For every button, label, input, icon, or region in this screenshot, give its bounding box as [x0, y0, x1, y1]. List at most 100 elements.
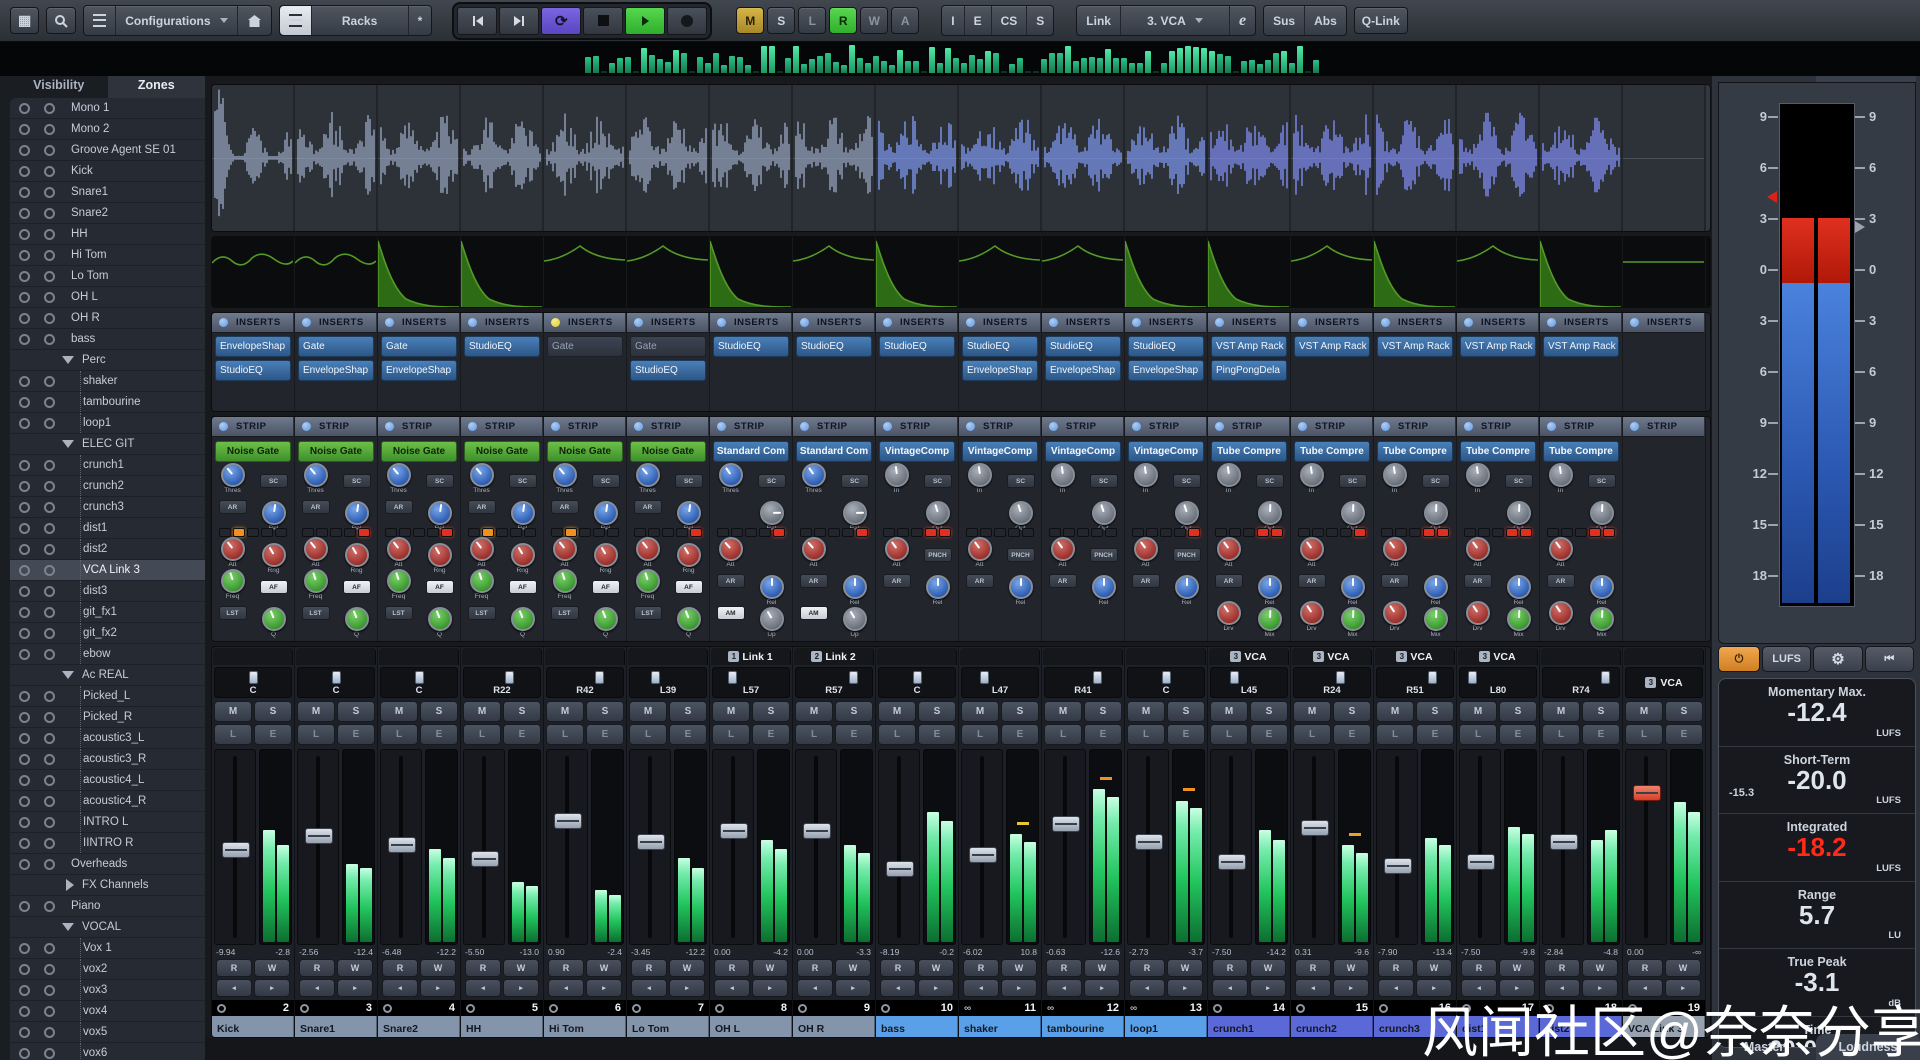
strip-knob-rng[interactable]	[262, 543, 286, 567]
strip-knob-rng[interactable]	[511, 543, 535, 567]
pan-handle[interactable]	[728, 671, 737, 684]
strip-knob-rel[interactable]	[1590, 575, 1614, 599]
strip-button-lst[interactable]: LST	[551, 606, 579, 620]
visibility-dot-icon[interactable]	[19, 124, 30, 135]
envelope-cell-13[interactable]	[1125, 237, 1208, 307]
group-expanded-icon[interactable]	[62, 356, 74, 364]
prev-button[interactable]: ◂	[1046, 979, 1082, 997]
waveform-cell-vca-link-3[interactable]	[1623, 85, 1706, 231]
insert-slot-1[interactable]: StudioEQ	[464, 336, 540, 357]
listen-button[interactable]: L	[1210, 724, 1248, 745]
strip-button-sc[interactable]: SC	[1505, 474, 1533, 488]
visibility-dot2-icon[interactable]	[44, 481, 55, 492]
strip-knob-freq[interactable]	[553, 569, 577, 593]
write-automation-button[interactable]: W	[1582, 959, 1618, 977]
sidebar-item-acoustic3-r[interactable]: acoustic3_R	[10, 749, 205, 770]
visibility-dot-icon[interactable]	[19, 166, 30, 177]
next-button[interactable]: ▸	[1084, 979, 1120, 997]
solo-button[interactable]: S	[752, 701, 790, 722]
waveform-cell-lo-tom[interactable]	[627, 85, 710, 231]
visibility-dot-icon[interactable]	[19, 565, 30, 576]
strip-module-button[interactable]: Tube Compre	[1294, 441, 1370, 462]
view-toggle-w[interactable]: W	[860, 7, 888, 34]
strip-knob-out[interactable]	[1092, 501, 1116, 525]
edit-button[interactable]: E	[1167, 724, 1205, 745]
channel-state-icon[interactable]	[549, 1004, 558, 1013]
edit-button[interactable]: E	[1582, 724, 1620, 745]
strip-knob-up[interactable]	[760, 607, 784, 631]
inserts-header[interactable]: INSERTS	[212, 313, 294, 333]
strip-knob-att[interactable]	[968, 537, 992, 561]
visibility-dot2-icon[interactable]	[44, 166, 55, 177]
channel-name[interactable]: Kick	[212, 1016, 294, 1038]
sidebar-item-tambourine[interactable]: tambourine	[10, 392, 205, 413]
strip-knob-att[interactable]	[719, 537, 743, 561]
strip-module-button[interactable]: Standard Com	[713, 441, 789, 462]
strip-button-ar[interactable]: AR	[1547, 574, 1575, 588]
prev-button[interactable]: ◂	[299, 979, 335, 997]
visibility-dot2-icon[interactable]	[44, 607, 55, 618]
strip-knob-mix[interactable]	[1507, 607, 1531, 631]
strip-button-sc[interactable]: SC	[1007, 474, 1035, 488]
visibility-dot-icon[interactable]	[19, 691, 30, 702]
insert-slot-1[interactable]: StudioEQ	[1045, 336, 1121, 357]
strip-button-ar[interactable]: AR	[883, 574, 911, 588]
strip-knob-att[interactable]	[1383, 537, 1407, 561]
next-button[interactable]: ▸	[420, 979, 456, 997]
pan-handle[interactable]	[332, 671, 341, 684]
sidebar-item-git-fx1[interactable]: git_fx1	[10, 602, 205, 623]
inserts-header[interactable]: INSERTS	[544, 313, 626, 333]
strip-knob-q[interactable]	[594, 607, 618, 631]
strip-button-sc[interactable]: SC	[1422, 474, 1450, 488]
strip-knob-rat[interactable]	[760, 501, 784, 525]
fader-handle[interactable]	[388, 837, 416, 853]
strip-header[interactable]: STRIP	[1540, 417, 1622, 437]
strip-button-ar[interactable]: AR	[966, 574, 994, 588]
visibility-dot2-icon[interactable]	[44, 502, 55, 513]
sidebar-item-mono-2[interactable]: Mono 2	[10, 119, 205, 140]
strip-knob-att[interactable]	[1217, 537, 1241, 561]
window-layout-button[interactable]: ▦	[10, 7, 39, 34]
read-automation-button[interactable]: R	[631, 959, 667, 977]
next-button[interactable]: ▸	[1167, 979, 1203, 997]
prev-button[interactable]: ◂	[963, 979, 999, 997]
visibility-dot2-icon[interactable]	[44, 187, 55, 198]
visibility-dot-icon[interactable]	[19, 712, 30, 723]
write-automation-button[interactable]: W	[918, 959, 954, 977]
strip-button-ar[interactable]: AR	[1381, 574, 1409, 588]
cycle-button[interactable]: ⟳	[541, 7, 581, 35]
solo-button[interactable]: S	[669, 701, 707, 722]
view-toggle-a[interactable]: A	[891, 7, 919, 34]
insert-slot-2[interactable]: EnvelopeShap	[381, 360, 457, 381]
fader-track[interactable]	[1127, 749, 1169, 945]
strip-module-button[interactable]: VintageComp	[1128, 441, 1204, 462]
channel-state-icon[interactable]	[715, 1004, 724, 1013]
inserts-header[interactable]: INSERTS	[1540, 313, 1622, 333]
fader-track[interactable]	[878, 749, 920, 945]
visibility-dot-icon[interactable]	[19, 817, 30, 828]
strip-knob-rng[interactable]	[345, 543, 369, 567]
strip-knob-rel[interactable]	[594, 501, 618, 525]
insert-slot-2[interactable]: StudioEQ	[630, 360, 706, 381]
strip-button-sc[interactable]: SC	[841, 474, 869, 488]
prev-button[interactable]: ◂	[382, 979, 418, 997]
pan-control[interactable]: C	[380, 667, 458, 698]
strip-button-af[interactable]: AF	[343, 580, 371, 594]
channel-name[interactable]: crunch1	[1208, 1016, 1290, 1038]
sidebar-item-mono-1[interactable]: Mono 1	[10, 98, 205, 119]
waveform-cell-oh-r[interactable]	[793, 85, 876, 231]
strip-button-lst[interactable]: LST	[634, 606, 662, 620]
channel-state-icon[interactable]	[798, 1004, 807, 1013]
prev-button[interactable]: ◂	[797, 979, 833, 997]
channel-name[interactable]: OH R	[793, 1016, 875, 1038]
sidebar-item-vox-1[interactable]: Vox 1	[10, 938, 205, 959]
strip-module-button[interactable]: VintageComp	[879, 441, 955, 462]
prev-button[interactable]: ◂	[548, 979, 584, 997]
channel-name[interactable]: Hi Tom	[544, 1016, 626, 1038]
inserts-header[interactable]: INSERTS	[1208, 313, 1290, 333]
strip-header[interactable]: STRIP	[627, 417, 709, 437]
listen-button[interactable]: L	[1625, 724, 1663, 745]
channel-name[interactable]: Lo Tom	[627, 1016, 709, 1038]
visibility-dot-icon[interactable]	[19, 271, 30, 282]
home-button[interactable]	[238, 6, 271, 35]
